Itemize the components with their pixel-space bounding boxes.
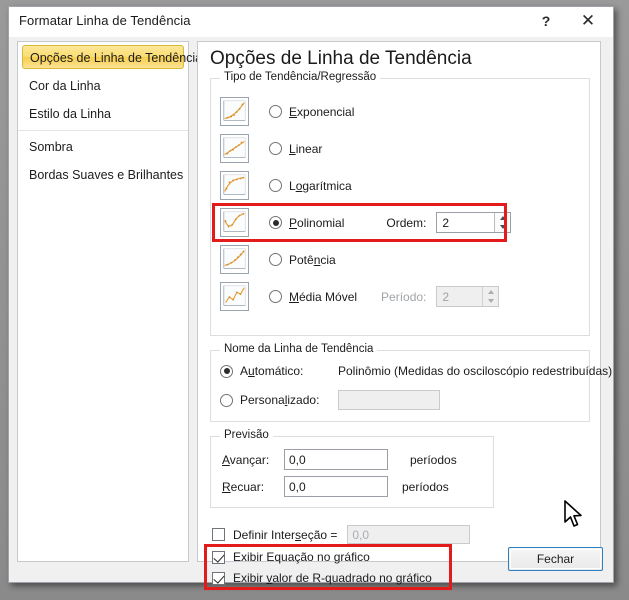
radio-logaritmica[interactable] bbox=[269, 179, 282, 192]
trendline-name-automatic-row[interactable]: Automático: Polinômio (Medidas do oscilo… bbox=[220, 364, 612, 378]
sidebar-item-label: Estilo da Linha bbox=[29, 107, 112, 121]
show-equation-label: Exibir Equação no gráfico bbox=[233, 550, 370, 564]
checkbox-exibir-r-quadrado[interactable] bbox=[212, 571, 225, 585]
automatic-label: Automático: bbox=[240, 364, 304, 378]
trend-option-label: Potência bbox=[289, 252, 336, 267]
page-title: Opções de Linha de Tendência bbox=[210, 48, 472, 69]
trendline-name-group: Nome da Linha de Tendência bbox=[210, 343, 590, 422]
category-list: Opções de Linha de Tendência Cor da Linh… bbox=[17, 41, 202, 562]
dialog-body: Opções de Linha de Tendência Cor da Linh… bbox=[9, 37, 613, 590]
order-spinner-buttons[interactable] bbox=[494, 213, 511, 233]
checkbox-exibir-equacao[interactable] bbox=[212, 550, 225, 564]
sidebar-item-label: Sombra bbox=[29, 140, 73, 154]
forward-input[interactable]: 0,0 bbox=[284, 449, 388, 470]
trend-option-linear[interactable]: Linear bbox=[220, 134, 322, 163]
trend-option-potencia[interactable]: Potência bbox=[220, 245, 336, 274]
period-spinner-buttons bbox=[482, 287, 499, 307]
radio-personalizado[interactable] bbox=[220, 393, 233, 407]
checkbox-definir-intersecao[interactable] bbox=[212, 528, 225, 541]
sidebar-divider bbox=[18, 130, 188, 131]
moving-average-thumbnail-icon bbox=[220, 282, 249, 311]
custom-name-input[interactable] bbox=[338, 390, 440, 410]
order-value: 2 bbox=[442, 215, 450, 230]
order-spinner-down-icon[interactable] bbox=[495, 223, 510, 233]
logarithmic-thumbnail-icon bbox=[220, 171, 249, 200]
dialog-titlebar: Formatar Linha de Tendência ? ✕ bbox=[9, 7, 613, 37]
sidebar-item-label: Opções de Linha de Tendência bbox=[30, 51, 203, 65]
trendline-name-custom-row[interactable]: Personalizado: bbox=[220, 390, 440, 410]
trend-option-polinomial[interactable]: Polinomial Ordem: 2 bbox=[220, 208, 512, 237]
help-icon[interactable]: ? bbox=[529, 9, 563, 33]
power-thumbnail-icon bbox=[220, 245, 249, 274]
trend-type-group-label: Tipo de Tendência/Regressão bbox=[220, 71, 381, 83]
linear-thumbnail-icon bbox=[220, 134, 249, 163]
radio-exponencial[interactable] bbox=[269, 105, 282, 118]
trendline-name-group-label: Nome da Linha de Tendência bbox=[220, 343, 378, 355]
period-label: Período: bbox=[381, 289, 427, 304]
show-rsquared-row[interactable]: Exibir valor de R-quadrado no gráfico bbox=[212, 571, 432, 585]
radio-linear[interactable] bbox=[269, 142, 282, 155]
trend-option-label: Logarítmica bbox=[289, 178, 352, 193]
radio-media-movel[interactable] bbox=[269, 290, 282, 303]
order-spinner-up-icon[interactable] bbox=[495, 213, 510, 223]
sidebar-item-line-color[interactable]: Cor da Linha bbox=[18, 72, 188, 100]
trend-option-media-movel[interactable]: Média Móvel Período: 2 bbox=[220, 282, 500, 311]
trend-option-logaritmica[interactable]: Logarítmica bbox=[220, 171, 352, 200]
forecast-group: Previsão bbox=[210, 429, 494, 508]
polynomial-thumbnail-icon bbox=[220, 208, 249, 237]
trend-option-label: Polinomial bbox=[289, 215, 345, 230]
forecast-forward-row: Avançar: 0,0 períodos bbox=[222, 449, 457, 470]
period-spinner-up-icon bbox=[483, 287, 498, 297]
period-spinner-down-icon bbox=[483, 297, 498, 307]
dialog-title: Formatar Linha de Tendência bbox=[19, 13, 191, 28]
order-label: Ordem: bbox=[386, 215, 427, 230]
format-trendline-dialog: Formatar Linha de Tendência ? ✕ Opções d… bbox=[8, 6, 614, 590]
options-panel: Opções de Linha de Tendência Tipo de Ten… bbox=[197, 41, 612, 590]
close-button[interactable]: Fechar bbox=[508, 547, 603, 571]
radio-automatico[interactable] bbox=[220, 364, 233, 378]
automatic-value: Polinômio (Medidas do osciloscópio redes… bbox=[338, 364, 613, 378]
intercept-label: Definir Interseção = bbox=[233, 527, 338, 542]
show-rsquared-label: Exibir valor de R-quadrado no gráfico bbox=[233, 571, 432, 585]
sidebar-item-trendline-options[interactable]: Opções de Linha de Tendência bbox=[22, 45, 202, 69]
trend-option-label: Exponencial bbox=[289, 104, 355, 119]
set-intercept-row[interactable]: Definir Interseção = 0,0 bbox=[212, 525, 471, 544]
radio-potencia[interactable] bbox=[269, 253, 282, 266]
sidebar-item-label: Cor da Linha bbox=[29, 79, 101, 93]
exponential-thumbnail-icon bbox=[220, 97, 249, 126]
period-spinner: 2 bbox=[436, 286, 500, 307]
backward-input[interactable]: 0,0 bbox=[284, 476, 388, 497]
period-value: 2 bbox=[442, 289, 450, 304]
trend-option-exponencial[interactable]: Exponencial bbox=[220, 97, 354, 126]
backward-unit: períodos bbox=[402, 479, 449, 494]
show-equation-row[interactable]: Exibir Equação no gráfico bbox=[212, 550, 370, 564]
order-spinner[interactable]: 2 bbox=[436, 212, 512, 233]
trend-option-label: Linear bbox=[289, 141, 323, 156]
trend-option-label: Média Móvel bbox=[289, 289, 358, 304]
radio-polinomial[interactable] bbox=[269, 216, 282, 229]
sidebar-item-line-style[interactable]: Estilo da Linha bbox=[18, 100, 188, 128]
sidebar-item-label: Bordas Suaves e Brilhantes bbox=[29, 168, 184, 182]
forward-label: Avançar: bbox=[222, 452, 270, 467]
intercept-input: 0,0 bbox=[347, 525, 471, 544]
forecast-backward-row: Recuar: 0,0 períodos bbox=[222, 476, 449, 497]
sidebar-item-shadow[interactable]: Sombra bbox=[18, 133, 188, 161]
sidebar-item-soft-glow-edges[interactable]: Bordas Suaves e Brilhantes bbox=[18, 161, 188, 189]
backward-label: Recuar: bbox=[222, 479, 265, 494]
custom-label: Personalizado: bbox=[240, 393, 320, 407]
close-icon[interactable]: ✕ bbox=[571, 9, 605, 33]
forward-unit: períodos bbox=[410, 452, 457, 467]
forecast-group-label: Previsão bbox=[220, 429, 273, 441]
